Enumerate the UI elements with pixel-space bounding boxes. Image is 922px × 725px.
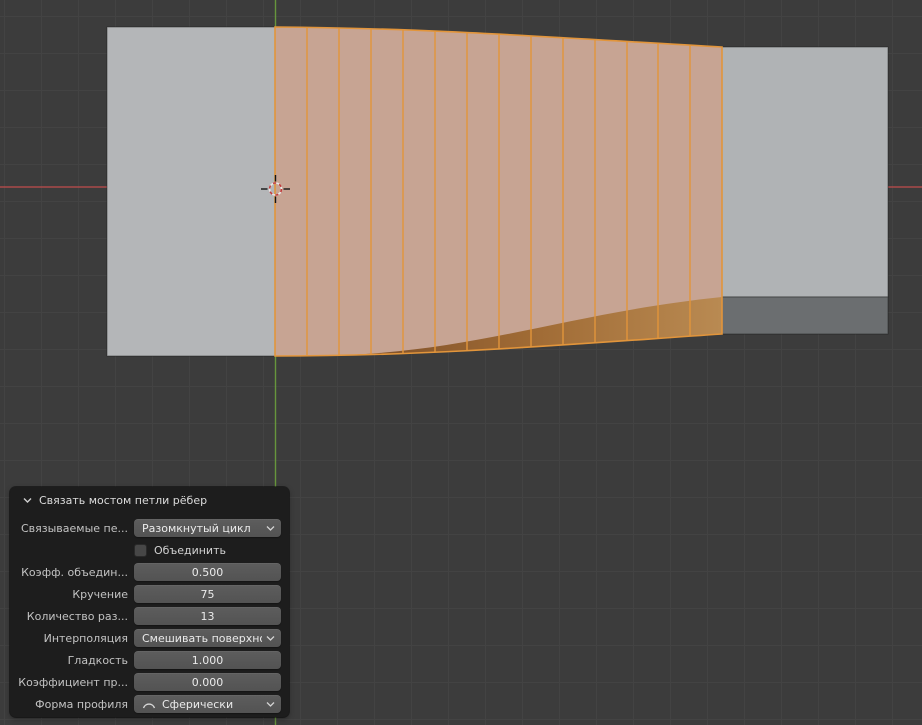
interpolation-dropdown[interactable]: Смешивать поверхнос... xyxy=(134,629,281,647)
field-label: Форма профиля xyxy=(35,697,128,711)
field-row-merge: Объединить xyxy=(10,539,289,561)
field-row-cuts: Количество раз... 13 xyxy=(10,605,289,627)
field-label: Кручение xyxy=(72,587,128,601)
chevron-down-icon xyxy=(266,635,275,641)
panel-header[interactable]: Связать мостом петли рёбер xyxy=(10,490,289,510)
sphere-profile-icon xyxy=(142,703,156,709)
operator-panel: Связать мостом петли рёбер Связываемые п… xyxy=(10,487,289,717)
field-label: Связываемые пе... xyxy=(20,521,128,535)
field-row-profile-factor: Коэффициент пр... 0.000 xyxy=(10,671,289,693)
field-value: 0.000 xyxy=(191,675,224,689)
panel-rows: Связываемые пе... Разомкнутый цикл Объед… xyxy=(10,517,289,715)
dropdown-value: Разомкнутый цикл xyxy=(142,521,251,535)
chevron-down-icon xyxy=(266,701,275,707)
field-row-merge-factor: Коэфф. объедин... 0.500 xyxy=(10,561,289,583)
field-label: Коэффициент пр... xyxy=(18,675,128,689)
mesh-left-block[interactable] xyxy=(106,26,276,357)
mesh-right-block-front[interactable] xyxy=(721,46,889,298)
field-row-loop-pairs: Связываемые пе... Разомкнутый цикл xyxy=(10,517,289,539)
collapse-chevron-icon[interactable] xyxy=(23,497,32,504)
field-value: 0.500 xyxy=(191,565,224,579)
dropdown-value: Смешивать поверхнос... xyxy=(142,631,262,645)
mesh-object[interactable] xyxy=(106,20,889,362)
field-label: Интерполяция xyxy=(43,631,128,645)
cuts-field[interactable]: 13 xyxy=(134,607,281,625)
profile-factor-field[interactable]: 0.000 xyxy=(134,673,281,691)
3d-viewport[interactable]: Связать мостом петли рёбер Связываемые п… xyxy=(0,0,922,725)
merge-factor-field[interactable]: 0.500 xyxy=(134,563,281,581)
field-row-smoothness: Гладкость 1.000 xyxy=(10,649,289,671)
checkbox-label: Объединить xyxy=(154,543,226,557)
mesh-right-block-bottom[interactable] xyxy=(721,296,889,335)
field-row-interpolation: Интерполяция Смешивать поверхнос... xyxy=(10,627,289,649)
field-label: Гладкость xyxy=(67,653,128,667)
field-value: 1.000 xyxy=(191,653,224,667)
field-value: 75 xyxy=(200,587,215,601)
merge-checkbox[interactable] xyxy=(134,543,147,557)
panel-title: Связать мостом петли рёбер xyxy=(39,493,208,507)
field-row-profile-shape: Форма профиля Сферически xyxy=(10,693,289,715)
profile-shape-dropdown[interactable]: Сферически xyxy=(134,695,281,713)
loop-pairs-dropdown[interactable]: Разомкнутый цикл xyxy=(134,519,281,537)
chevron-down-icon xyxy=(266,525,275,531)
dropdown-value: Сферически xyxy=(162,697,234,711)
field-label: Коэфф. объедин... xyxy=(21,565,128,579)
smoothness-field[interactable]: 1.000 xyxy=(134,651,281,669)
field-value: 13 xyxy=(200,609,215,623)
field-row-twist: Кручение 75 xyxy=(10,583,289,605)
field-label: Количество раз... xyxy=(26,609,128,623)
twist-field[interactable]: 75 xyxy=(134,585,281,603)
